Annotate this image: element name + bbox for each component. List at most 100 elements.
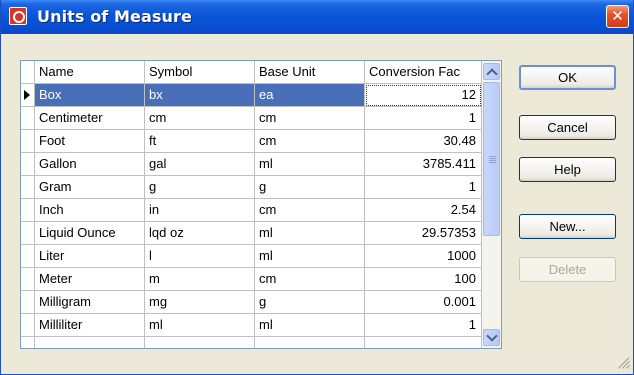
table-row[interactable]: Milliliter ml ml 1 bbox=[21, 314, 482, 337]
close-icon: ✕ bbox=[611, 7, 624, 25]
cell-name[interactable]: Inch bbox=[35, 199, 145, 222]
column-header-base-unit[interactable]: Base Unit bbox=[255, 61, 365, 84]
grip-line bbox=[489, 160, 496, 161]
row-selector[interactable] bbox=[21, 84, 35, 107]
cell-base-unit[interactable]: ml bbox=[255, 245, 365, 268]
row-selector[interactable] bbox=[21, 222, 35, 245]
row-selector[interactable] bbox=[21, 107, 35, 130]
cell-base-unit[interactable]: ml bbox=[255, 222, 365, 245]
table-row[interactable]: Inch in cm 2.54 bbox=[21, 199, 482, 222]
app-icon bbox=[9, 7, 27, 25]
cell-conversion-factor[interactable]: 30.48 bbox=[365, 130, 482, 153]
table-row[interactable]: Liquid Ounce lqd oz ml 29.57353 bbox=[21, 222, 482, 245]
table-row[interactable]: Meter m cm 100 bbox=[21, 268, 482, 291]
cell-name[interactable]: Liter bbox=[35, 245, 145, 268]
cell-name[interactable]: Milliliter bbox=[35, 314, 145, 337]
table-row[interactable]: Centimeter cm cm 1 bbox=[21, 107, 482, 130]
cell-conversion-factor[interactable]: 1 bbox=[365, 314, 482, 337]
column-header-symbol[interactable]: Symbol bbox=[145, 61, 255, 84]
cell-symbol[interactable]: cm bbox=[145, 107, 255, 130]
scrollbar-thumb[interactable] bbox=[483, 82, 500, 236]
help-button[interactable]: Help bbox=[519, 157, 616, 182]
cell-symbol[interactable]: ml bbox=[145, 314, 255, 337]
cell-name[interactable]: Liquid Ounce bbox=[35, 222, 145, 245]
row-selector[interactable] bbox=[21, 153, 35, 176]
cell-base-unit[interactable]: cm bbox=[255, 130, 365, 153]
title-bar[interactable]: Units of Measure ✕ bbox=[1, 0, 633, 34]
new-button[interactable]: New... bbox=[519, 214, 616, 239]
cell-symbol[interactable]: mg bbox=[145, 291, 255, 314]
row-selector[interactable] bbox=[21, 268, 35, 291]
grid-body: Name Symbol Base Unit Conversion Fac Box… bbox=[21, 61, 482, 348]
table-row[interactable]: Milligram mg g 0.001 bbox=[21, 291, 482, 314]
cell-symbol[interactable] bbox=[145, 337, 255, 348]
cell-base-unit[interactable]: g bbox=[255, 176, 365, 199]
cell-base-unit[interactable]: ea bbox=[255, 84, 365, 107]
row-selector[interactable] bbox=[21, 291, 35, 314]
table-row[interactable] bbox=[21, 337, 482, 348]
column-header-name[interactable]: Name bbox=[35, 61, 145, 84]
table-row[interactable]: Box bx ea 12 bbox=[21, 84, 482, 107]
vertical-scrollbar[interactable] bbox=[482, 61, 501, 348]
cell-symbol[interactable]: l bbox=[145, 245, 255, 268]
table-row[interactable]: Gram g g 1 bbox=[21, 176, 482, 199]
row-selector[interactable] bbox=[21, 130, 35, 153]
cell-name[interactable]: Box bbox=[35, 84, 145, 107]
cell-symbol[interactable]: g bbox=[145, 176, 255, 199]
cell-conversion-factor[interactable]: 1 bbox=[365, 107, 482, 130]
cell-name[interactable] bbox=[35, 337, 145, 348]
cell-symbol[interactable]: m bbox=[145, 268, 255, 291]
units-of-measure-dialog: Units of Measure ✕ Name Symbol Base Unit… bbox=[0, 0, 634, 375]
table-row[interactable]: Liter l ml 1000 bbox=[21, 245, 482, 268]
header-row: Name Symbol Base Unit Conversion Fac bbox=[21, 61, 482, 84]
cell-symbol[interactable]: in bbox=[145, 199, 255, 222]
cell-conversion-factor[interactable]: 2.54 bbox=[365, 199, 482, 222]
cell-symbol[interactable]: gal bbox=[145, 153, 255, 176]
close-button[interactable]: ✕ bbox=[606, 5, 629, 28]
cell-base-unit[interactable]: cm bbox=[255, 199, 365, 222]
table-row[interactable]: Foot ft cm 30.48 bbox=[21, 130, 482, 153]
scroll-up-icon[interactable] bbox=[483, 63, 500, 80]
row-selector-header bbox=[21, 61, 35, 84]
row-selector[interactable] bbox=[21, 337, 35, 348]
ok-button[interactable]: OK bbox=[519, 65, 616, 90]
cell-conversion-factor[interactable]: 1000 bbox=[365, 245, 482, 268]
delete-button: Delete bbox=[519, 257, 616, 282]
cell-base-unit[interactable]: cm bbox=[255, 107, 365, 130]
cell-conversion-factor[interactable]: 3785.411 bbox=[365, 153, 482, 176]
row-selector[interactable] bbox=[21, 245, 35, 268]
cell-conversion-factor[interactable]: 29.57353 bbox=[365, 222, 482, 245]
current-row-arrow-icon bbox=[24, 90, 30, 100]
cell-name[interactable]: Foot bbox=[35, 130, 145, 153]
cell-base-unit[interactable]: cm bbox=[255, 268, 365, 291]
cell-conversion-factor[interactable] bbox=[365, 337, 482, 348]
row-selector[interactable] bbox=[21, 199, 35, 222]
cell-name[interactable]: Centimeter bbox=[35, 107, 145, 130]
cell-conversion-factor[interactable]: 0.001 bbox=[365, 291, 482, 314]
cell-name[interactable]: Gallon bbox=[35, 153, 145, 176]
row-selector[interactable] bbox=[21, 176, 35, 199]
cell-base-unit[interactable]: ml bbox=[255, 314, 365, 337]
cell-base-unit[interactable]: ml bbox=[255, 153, 365, 176]
scroll-down-icon[interactable] bbox=[483, 329, 500, 346]
cell-symbol[interactable]: ft bbox=[145, 130, 255, 153]
cell-conversion-factor[interactable]: 100 bbox=[365, 268, 482, 291]
cell-base-unit[interactable]: g bbox=[255, 291, 365, 314]
cell-symbol[interactable]: lqd oz bbox=[145, 222, 255, 245]
grip-line bbox=[489, 158, 496, 159]
grip-line bbox=[489, 156, 496, 157]
cell-symbol[interactable]: bx bbox=[145, 84, 255, 107]
cell-name[interactable]: Milligram bbox=[35, 291, 145, 314]
cell-name[interactable]: Gram bbox=[35, 176, 145, 199]
window-title: Units of Measure bbox=[37, 7, 192, 26]
resize-grip-icon[interactable] bbox=[616, 355, 631, 369]
cell-name[interactable]: Meter bbox=[35, 268, 145, 291]
cancel-button[interactable]: Cancel bbox=[519, 115, 616, 140]
column-header-conversion-factor[interactable]: Conversion Fac bbox=[365, 61, 482, 84]
cell-conversion-factor[interactable]: 1 bbox=[365, 176, 482, 199]
table-row[interactable]: Gallon gal ml 3785.411 bbox=[21, 153, 482, 176]
row-selector[interactable] bbox=[21, 314, 35, 337]
cell-conversion-factor[interactable]: 12 bbox=[365, 84, 482, 107]
cell-base-unit[interactable] bbox=[255, 337, 365, 348]
grip-line bbox=[489, 162, 496, 163]
